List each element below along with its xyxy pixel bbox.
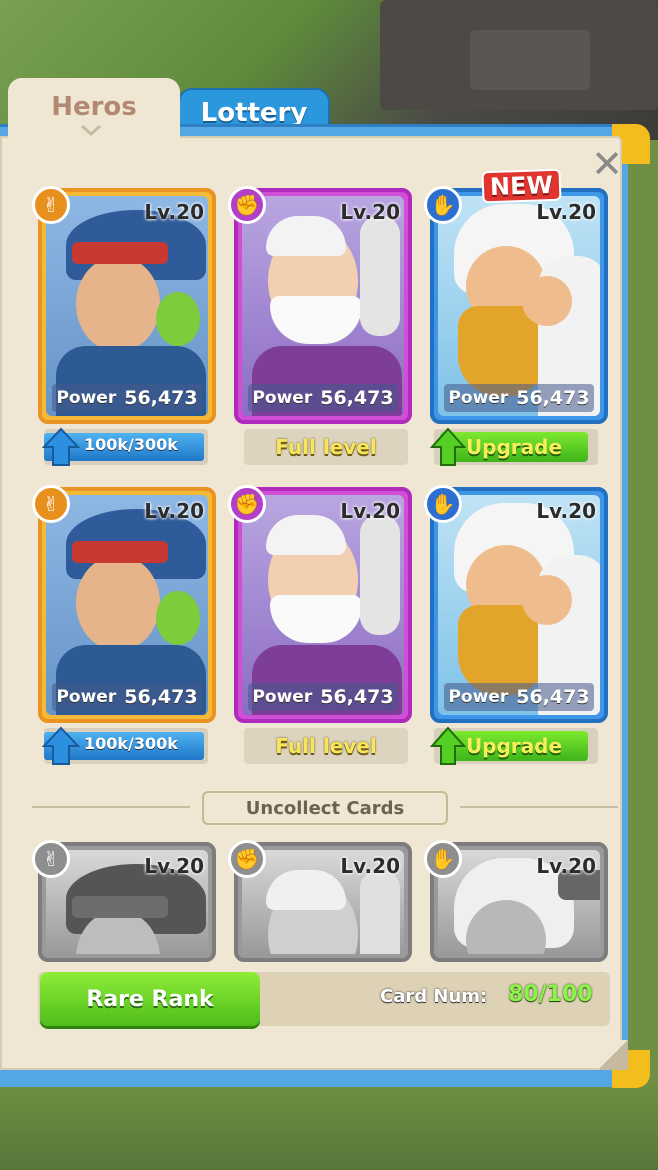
arrow-up-icon [42,726,80,765]
power-bar: Power 56,473 [52,683,202,711]
uncollect-cards-header: Uncollect Cards [202,791,448,825]
rare-rank-label: Rare Rank [86,986,214,1012]
hero-card-wizard[interactable]: Lv.20 Power 56,473 [234,487,412,723]
hero-card-viking[interactable]: Lv.20 Power 56,473 [430,487,608,723]
upgrade-button[interactable]: Upgrade [430,726,598,765]
card-level: Lv.20 [144,854,204,878]
power-label: Power [252,388,313,408]
power-value: 56,473 [516,387,590,409]
upgrade-progress: 100k/300k [42,726,208,765]
card-num-value: 80/100 [508,982,593,1007]
power-value: 56,473 [516,686,590,708]
wizard-portrait [242,495,404,715]
power-bar: Power 56,473 [248,683,398,711]
section-divider [32,806,190,808]
pirate-portrait [46,495,208,715]
open-hand-icon: ✋ [424,840,462,878]
full-level-text: Full level [275,734,377,758]
open-hand-icon: ✋ [424,485,462,523]
page-curl [598,1040,628,1070]
card-level: Lv.20 [536,499,596,523]
fist-icon: ✊ [228,840,266,878]
pirate-portrait [46,196,208,416]
peace-hand-icon: ✌ [32,840,70,878]
card-level: Lv.20 [340,854,400,878]
background-map-bottom [0,1085,658,1170]
power-value: 56,473 [320,387,394,409]
full-level-label: Full level [244,429,408,465]
power-bar: Power 56,473 [444,384,594,412]
progress-text: 100k/300k [84,435,178,454]
power-value: 56,473 [320,686,394,708]
tab-heros-label: Heros [51,92,137,122]
card-num-label: Card Num: [380,986,488,1007]
power-label: Power [56,687,117,707]
close-icon: ✕ [591,142,623,186]
viking-portrait [438,196,600,416]
card-level: Lv.20 [340,200,400,224]
chevron-down-icon [81,124,101,136]
hero-card-wizard[interactable]: Lv.20 Power 56,473 [234,188,412,424]
upgrade-text: Upgrade [465,435,563,459]
new-badge: NEW [481,168,562,204]
open-hand-icon: ✋ [424,186,462,224]
rare-rank-button[interactable]: Rare Rank [40,972,260,1026]
uncollect-cards-label: Uncollect Cards [245,797,405,819]
full-level-label: Full level [244,728,408,764]
peace-hand-icon: ✌ [32,485,70,523]
hero-card-viking[interactable]: Lv.20 Power 56,473 [430,188,608,424]
power-value: 56,473 [124,686,198,708]
peace-hand-icon: ✌ [32,186,70,224]
card-level: Lv.20 [536,200,596,224]
power-label: Power [252,687,313,707]
card-level: Lv.20 [340,499,400,523]
power-bar: Power 56,473 [444,683,594,711]
arrow-up-icon [42,427,80,466]
tab-heros-active[interactable]: Heros [8,78,180,148]
progress-text: 100k/300k [84,734,178,753]
section-divider [460,806,618,808]
card-level: Lv.20 [144,200,204,224]
close-button[interactable]: ✕ [590,145,624,183]
card-level: Lv.20 [144,499,204,523]
upgrade-text: Upgrade [465,734,563,758]
power-label: Power [448,687,509,707]
power-bar: Power 56,473 [52,384,202,412]
background-rock [470,30,590,90]
wizard-portrait [242,196,404,416]
arrow-up-icon [430,726,466,765]
arrow-up-icon [430,427,466,466]
full-level-text: Full level [275,435,377,459]
power-value: 56,473 [124,387,198,409]
hero-card-pirate[interactable]: Lv.20 Power 56,473 [38,188,216,424]
fist-icon: ✊ [228,485,266,523]
hero-card-pirate[interactable]: Lv.20 Power 56,473 [38,487,216,723]
power-bar: Power 56,473 [248,384,398,412]
card-level: Lv.20 [536,854,596,878]
power-label: Power [56,388,117,408]
upgrade-progress: 100k/300k [42,427,208,466]
fist-icon: ✊ [228,186,266,224]
power-label: Power [448,388,509,408]
upgrade-button[interactable]: Upgrade [430,427,598,466]
viking-portrait [438,495,600,715]
